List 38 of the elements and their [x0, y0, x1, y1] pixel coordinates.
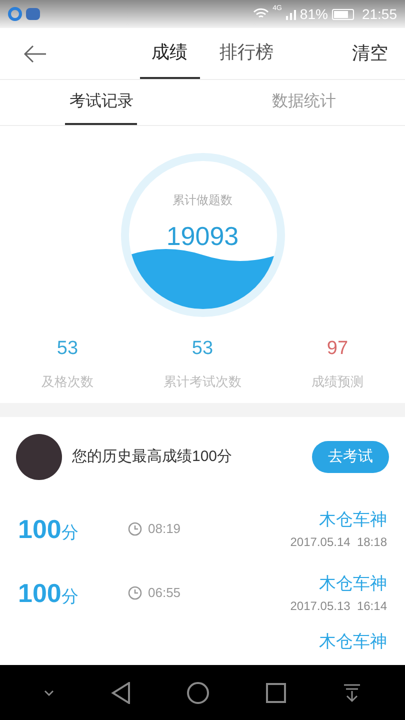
score-text: 100分	[18, 512, 80, 546]
stat-value: 53	[192, 337, 214, 361]
header-tab[interactable]: 成绩	[140, 28, 200, 79]
duration-text: 08:19	[148, 520, 181, 538]
avatar	[16, 434, 62, 480]
wifi-icon	[252, 8, 269, 20]
user-name: 木仓车神	[319, 631, 387, 653]
stat-label: 累计考试次数	[164, 372, 242, 390]
clock-icon	[128, 586, 142, 600]
clear-button[interactable]: 清空	[335, 28, 405, 79]
battery-icon	[332, 8, 354, 20]
sub-tab[interactable]: 考试记录	[65, 80, 138, 125]
stat-label: 及格次数	[42, 372, 94, 390]
clock-icon	[128, 522, 142, 536]
best-score-text: 您的历史最高成绩100分	[72, 446, 234, 467]
stat-value: 53	[56, 337, 78, 361]
home-icon[interactable]	[187, 682, 210, 704]
score-text: 100分	[18, 576, 80, 610]
record-date: 2017.05.13 16:14	[290, 598, 387, 615]
gauge-label: 累计做题数	[172, 192, 232, 209]
duration-text: 06:55	[148, 584, 181, 602]
gauge-value: 19093	[166, 220, 239, 253]
recent-apps-icon[interactable]	[266, 682, 286, 702]
stat-value: 97	[326, 337, 348, 361]
user-name: 木仓车神	[319, 509, 387, 532]
header-tab[interactable]: 排行榜	[208, 28, 286, 79]
signal-icon	[286, 8, 296, 20]
battery-percent: 81%	[300, 4, 328, 24]
back-icon[interactable]	[110, 682, 131, 704]
record-date: 2017.05.14 18:18	[290, 534, 387, 551]
clock-time: 21:55	[362, 4, 397, 24]
app-notification-icon	[8, 7, 22, 21]
back-arrow-icon	[23, 44, 47, 62]
chevron-down-icon[interactable]	[44, 690, 54, 696]
user-name: 木仓车神	[319, 573, 387, 596]
notification-pull-icon[interactable]	[342, 682, 361, 702]
bus-notification-icon	[26, 8, 40, 20]
stat-label: 成绩预测	[312, 372, 364, 390]
